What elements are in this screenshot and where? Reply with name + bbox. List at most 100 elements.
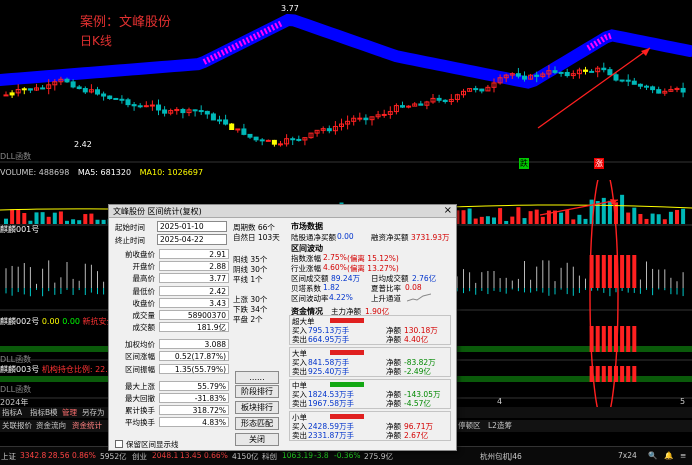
sell-label: 卖出 bbox=[292, 367, 307, 376]
volume-bar bbox=[71, 219, 76, 224]
candle-body bbox=[95, 89, 100, 95]
candle-body bbox=[326, 128, 332, 132]
stat-value: -31.83% bbox=[159, 392, 229, 403]
more-button[interactable]: ...... bbox=[235, 371, 279, 384]
stat-value: 181.9亿 bbox=[159, 322, 229, 333]
indicator1-signal-bar bbox=[607, 255, 612, 288]
candle-body bbox=[564, 71, 570, 77]
market-section-title: 市场数据 bbox=[291, 222, 323, 231]
tab-save-as[interactable]: 另存为 bbox=[82, 407, 105, 418]
stat-label: 累计换手 bbox=[125, 406, 155, 416]
volume-bar bbox=[528, 211, 533, 224]
tab-fund-flow[interactable]: 资金流向 bbox=[36, 420, 66, 431]
tab-mo[interactable]: 模 bbox=[50, 407, 58, 418]
bell-icon[interactable]: 🔔 bbox=[664, 451, 673, 460]
natural-days: 自然日 103天 bbox=[233, 233, 280, 242]
net2-label: 净额 bbox=[386, 335, 401, 344]
close-icon[interactable]: × bbox=[444, 205, 452, 217]
volume-bar bbox=[668, 211, 673, 224]
sell-value: 925.40万手 bbox=[308, 367, 350, 376]
stat-row: 前收盘价 2.91 bbox=[115, 249, 231, 260]
beta-value: 1.82 bbox=[323, 283, 340, 292]
stat-value: 2.88 bbox=[159, 261, 229, 272]
tab-related-quote[interactable]: 关联报价 bbox=[2, 420, 32, 431]
index-cy-name[interactable]: 创业 bbox=[132, 451, 147, 462]
sell-label: 卖出 bbox=[292, 431, 307, 440]
tab-manage[interactable]: 管理 bbox=[62, 407, 77, 418]
volume-bar bbox=[559, 212, 564, 224]
sector-rank-button[interactable]: 板块排行 bbox=[235, 401, 279, 414]
candle-body bbox=[198, 110, 204, 113]
capital-group: 大单 买入 841.58万手 净额 -83.82万 卖出 925.40万手 净额 -2.49亿 bbox=[289, 347, 451, 377]
close-button[interactable]: 关闭 bbox=[235, 433, 279, 446]
candle-body bbox=[637, 83, 643, 87]
volume-bar bbox=[675, 209, 679, 224]
news-7x24[interactable]: 7x24 bbox=[618, 451, 637, 460]
capital-bar bbox=[330, 318, 364, 323]
case-subtitle: 日K线 bbox=[80, 34, 112, 48]
index-sh-name[interactable]: 上证 bbox=[1, 451, 16, 462]
candle-body bbox=[119, 98, 125, 101]
indicator-2-label: 麒麟002号 bbox=[0, 317, 40, 326]
candle-body bbox=[223, 119, 229, 125]
stat-row: 累计换手 318.72% bbox=[115, 405, 231, 416]
volume-bar bbox=[620, 194, 625, 224]
margin-value: 3731.93万 bbox=[411, 233, 450, 242]
start-date-label: 起始时间 bbox=[115, 223, 145, 232]
volume-bar bbox=[650, 213, 655, 224]
candle-body bbox=[436, 97, 442, 101]
keep-line-checkbox[interactable] bbox=[115, 440, 123, 448]
volume-bar bbox=[10, 209, 15, 224]
candle-body bbox=[125, 99, 131, 106]
dll-label: DLL函数 bbox=[0, 152, 32, 161]
start-date-input[interactable]: 2025-01-10 bbox=[157, 221, 227, 232]
candle-body bbox=[162, 109, 168, 114]
candle-body bbox=[607, 69, 613, 76]
index-cy-pct: 0.66% bbox=[204, 451, 228, 460]
ma10-label: MA10: 1026697 bbox=[139, 168, 204, 177]
dialog-title[interactable]: 文峰股份 区间统计(复权) bbox=[109, 205, 456, 218]
candle-body bbox=[27, 88, 33, 91]
stat-row: 最大回撤 -31.83% bbox=[115, 392, 231, 404]
tab-fund-stats[interactable]: 资金统计 bbox=[72, 420, 102, 431]
kline-price-pane[interactable]: 案例：文峰股份 日K线 3.77 2.42 DLL函数 跌 涨 bbox=[0, 0, 692, 169]
search-icon[interactable]: 🔍 bbox=[648, 451, 657, 460]
sell-label: 卖出 bbox=[292, 335, 307, 344]
volume-bar bbox=[662, 219, 667, 224]
case-title: 案例：文峰股份 bbox=[80, 15, 172, 30]
interval-stats-dialog[interactable]: 文峰股份 区间统计(复权) × 起始时间 2025-01-10 终止时间 202… bbox=[108, 204, 457, 451]
stat-row: 加权均价 3.088 bbox=[115, 339, 231, 350]
stat-value: 3.77 bbox=[159, 273, 229, 284]
indicator-1-label: 麒麟001号 bbox=[0, 225, 40, 234]
channel-sparkline-icon bbox=[407, 293, 431, 302]
volume-bar bbox=[607, 200, 612, 224]
volume-bar bbox=[498, 208, 503, 224]
candle-body bbox=[107, 95, 113, 99]
indicator1-signal-bar bbox=[632, 255, 637, 288]
menu-icon[interactable]: ≡ bbox=[680, 451, 686, 460]
end-date-label: 终止时间 bbox=[115, 236, 145, 245]
candle-body bbox=[180, 108, 186, 114]
capital-group: 中单 买入 1824.53万手 净额 -143.05万 卖出 1967.58万手 净额 -4.5… bbox=[289, 379, 451, 409]
pattern-match-button[interactable]: 形态匹配 bbox=[235, 417, 279, 430]
end-date-input[interactable]: 2025-04-22 bbox=[157, 234, 227, 245]
indicator2-bar bbox=[607, 326, 612, 352]
stage-rank-button[interactable]: 阶段排行 bbox=[235, 385, 279, 398]
flat-count: 平线 1个 bbox=[233, 275, 263, 284]
volume-bar bbox=[77, 220, 82, 224]
tab-indicator-b[interactable]: 指标B bbox=[30, 407, 50, 418]
stat-label: 加权均价 bbox=[125, 340, 155, 350]
news-ticker[interactable]: 杭州包机J46 bbox=[480, 451, 522, 462]
volume-bar bbox=[46, 216, 51, 224]
candle-body bbox=[76, 86, 82, 90]
tab-l2[interactable]: L2造筹 bbox=[488, 420, 512, 431]
index-kc-name[interactable]: 科创 bbox=[262, 451, 277, 462]
sell-value: 2331.87万手 bbox=[308, 431, 355, 440]
candle-body bbox=[613, 74, 619, 81]
capital-groups: 超大单 买入 795.13万手 净额 130.18万 卖出 664.95万手 净额 4.40亿大… bbox=[289, 315, 454, 449]
tab-indicator-a[interactable]: 指标A bbox=[2, 407, 22, 418]
indicator-4-extra: 机构持仓比例: 22.16 bbox=[41, 365, 118, 374]
index-kc-value: 1063.19 bbox=[282, 451, 314, 460]
indicator2-bar bbox=[620, 326, 625, 352]
tab-pause-area[interactable]: 停顿区 bbox=[458, 420, 481, 431]
